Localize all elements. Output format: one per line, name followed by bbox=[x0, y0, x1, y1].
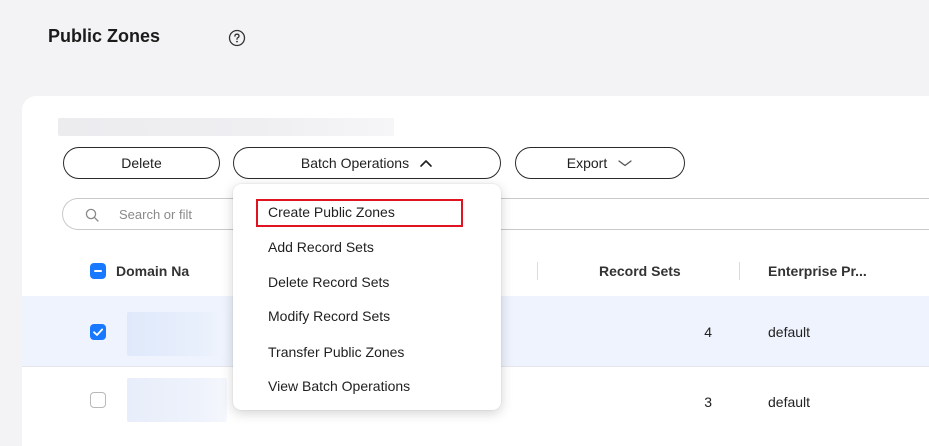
menu-item-add-record-sets[interactable]: Add Record Sets bbox=[268, 239, 374, 255]
column-header-enterprise-project[interactable]: Enterprise Pr... bbox=[768, 263, 867, 279]
batch-operations-button[interactable]: Batch Operations bbox=[233, 147, 501, 179]
delete-button[interactable]: Delete bbox=[63, 147, 220, 179]
export-button-label: Export bbox=[566, 155, 608, 171]
record-sets-count: 4 bbox=[704, 324, 712, 340]
menu-item-delete-record-sets[interactable]: Delete Record Sets bbox=[268, 274, 389, 290]
chevron-up-icon bbox=[420, 160, 432, 167]
check-icon bbox=[94, 270, 102, 272]
search-placeholder: Search or filt bbox=[119, 207, 192, 222]
row-checkbox[interactable] bbox=[90, 392, 106, 408]
chevron-down-icon bbox=[618, 160, 632, 167]
obscured-domain-name bbox=[127, 378, 227, 422]
export-button[interactable]: Export bbox=[515, 147, 685, 179]
column-header-record-sets[interactable]: Record Sets bbox=[599, 263, 681, 279]
help-icon[interactable] bbox=[228, 29, 246, 47]
record-sets-count: 3 bbox=[704, 394, 712, 410]
search-icon bbox=[85, 208, 99, 222]
obscured-domain-name bbox=[127, 312, 227, 356]
enterprise-project-value: default bbox=[768, 394, 811, 410]
check-icon bbox=[93, 328, 104, 336]
row-checkbox[interactable] bbox=[90, 324, 106, 340]
batch-operations-label: Batch Operations bbox=[300, 155, 410, 171]
select-all-checkbox[interactable] bbox=[90, 263, 106, 279]
column-divider bbox=[537, 262, 538, 280]
highlight-annotation-box bbox=[256, 199, 463, 227]
column-divider bbox=[739, 262, 740, 280]
page-title: Public Zones bbox=[48, 26, 161, 46]
menu-item-modify-record-sets[interactable]: Modify Record Sets bbox=[268, 308, 390, 324]
obscured-info-bar bbox=[58, 118, 394, 136]
menu-item-transfer-public-zones[interactable]: Transfer Public Zones bbox=[268, 344, 404, 360]
menu-item-view-batch-operations[interactable]: View Batch Operations bbox=[268, 378, 410, 394]
column-header-domain-name[interactable]: Domain Na bbox=[116, 263, 189, 279]
delete-button-label: Delete bbox=[121, 155, 162, 171]
enterprise-project-value: default bbox=[768, 324, 811, 340]
